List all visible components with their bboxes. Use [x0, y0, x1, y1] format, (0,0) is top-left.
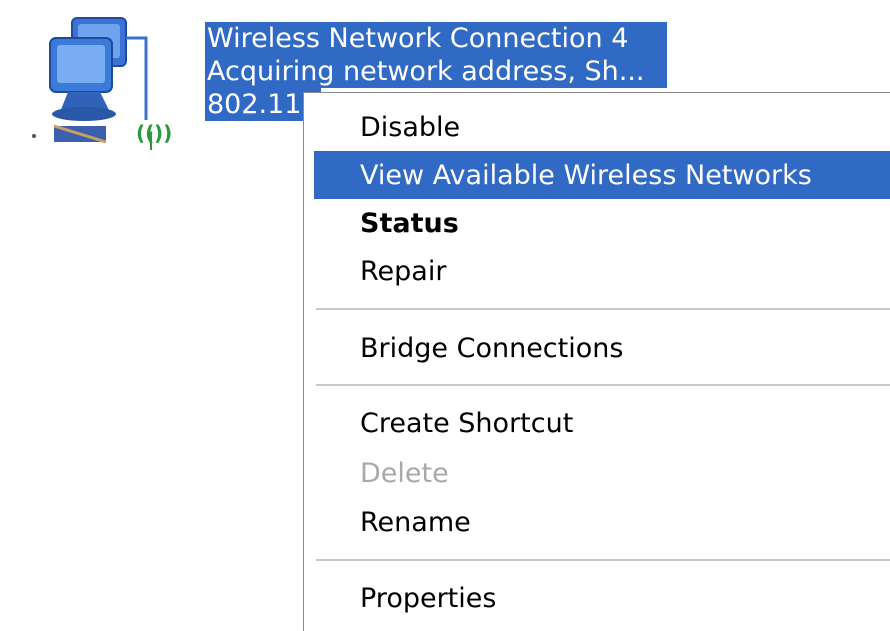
menu-item-repair[interactable]: Repair — [314, 247, 890, 295]
menu-item-disable[interactable]: Disable — [314, 103, 890, 151]
menu-separator — [316, 384, 890, 386]
desktop-stage: (( · )) Wireless Network Connection 4 Ac… — [0, 0, 890, 631]
context-menu: Disable View Available Wireless Networks… — [303, 92, 890, 631]
wireless-connection-icon[interactable]: (( · )) — [20, 8, 190, 158]
menu-separator — [316, 559, 890, 561]
menu-item-status[interactable]: Status — [314, 199, 890, 247]
menu-separator — [316, 308, 890, 310]
menu-item-delete: Delete — [360, 457, 449, 489]
menu-item-properties[interactable]: Properties — [314, 574, 890, 622]
menu-item-bridge-connections[interactable]: Bridge Connections — [314, 324, 890, 372]
svg-text:)): )) — [154, 121, 172, 145]
connection-name: Wireless Network Connection 4 — [205, 22, 667, 55]
menu-item-create-shortcut[interactable]: Create Shortcut — [314, 399, 890, 447]
menu-item-rename[interactable]: Rename — [314, 498, 890, 546]
menu-item-view-available-wireless-networks[interactable]: View Available Wireless Networks — [314, 151, 890, 199]
connection-status: Acquiring network address, Sh... — [205, 55, 667, 88]
